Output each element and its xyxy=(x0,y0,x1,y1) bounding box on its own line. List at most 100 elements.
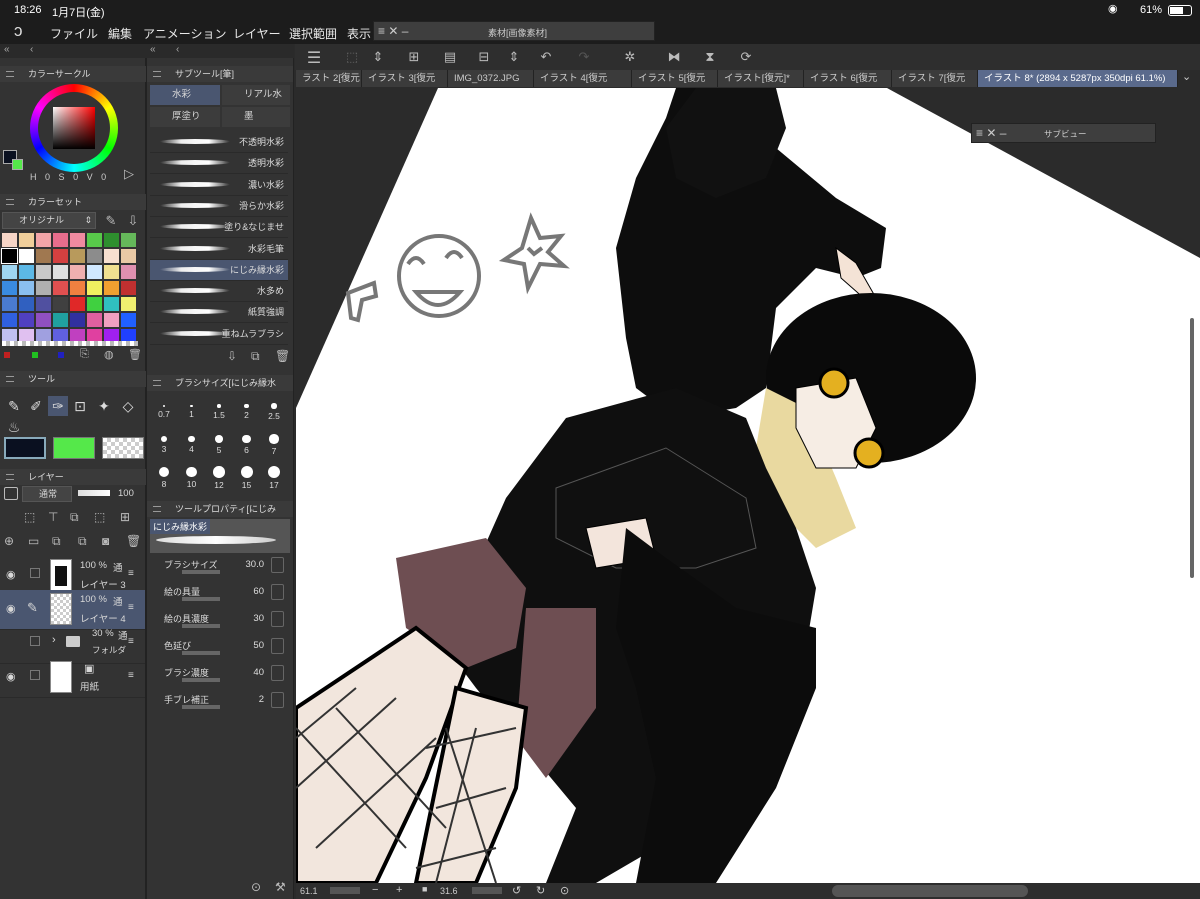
tool-property-value[interactable]: 40 xyxy=(253,667,264,678)
undo-icon[interactable]: ↶ xyxy=(537,49,555,65)
tool-title-bar[interactable]: ツール xyxy=(0,371,146,387)
canvas-area[interactable]: ≡ ✕ – サブビュー xyxy=(296,88,1200,883)
airbrush-tool-icon[interactable]: ⊡ xyxy=(70,396,90,416)
brush-size-option[interactable]: 8 xyxy=(150,460,178,490)
brush-size-option[interactable]: 2.5 xyxy=(260,394,288,424)
layer-menu-icon[interactable]: ≡ xyxy=(128,670,134,681)
rotation-slider[interactable] xyxy=(472,887,502,894)
sub-color-chip[interactable] xyxy=(53,437,95,459)
rotate-left-icon[interactable]: ↺ xyxy=(512,884,521,897)
color-swatch[interactable] xyxy=(70,265,85,279)
clip-layer-icon[interactable]: ⊤ xyxy=(48,510,58,524)
tab-document[interactable]: イラスト 5[復元 xyxy=(632,70,718,87)
brush-size-option[interactable]: 2 xyxy=(233,394,261,424)
close-icon[interactable]: ≡ ✕ – xyxy=(976,126,1006,140)
color-swatch[interactable] xyxy=(36,313,51,327)
download-icon[interactable]: ⇩ xyxy=(227,349,237,363)
color-swatch[interactable] xyxy=(121,297,136,311)
loading-icon[interactable]: ✲ xyxy=(621,49,639,65)
color-set-dropdown[interactable]: オリジナル ⇕ xyxy=(2,212,96,229)
brush-size-option[interactable]: 3 xyxy=(150,427,178,457)
tool-property-slider[interactable] xyxy=(182,624,220,628)
menu-edit[interactable]: 編集 xyxy=(108,25,132,42)
tool-property-toggle[interactable] xyxy=(271,557,284,573)
eraser-tool-icon[interactable]: ◇ xyxy=(118,396,138,416)
tool-property-slider[interactable] xyxy=(182,570,220,574)
layer-mode-icon[interactable] xyxy=(4,487,18,500)
reset-rotation-icon[interactable]: ⊙ xyxy=(560,884,569,897)
tool-property-row[interactable]: 手ブレ補正 2 xyxy=(158,692,286,714)
layer-checkbox[interactable] xyxy=(30,636,40,646)
color-swatch[interactable] xyxy=(87,281,102,295)
layer-mask-icon[interactable]: ◙ xyxy=(102,534,109,548)
color-swatch[interactable] xyxy=(53,281,68,295)
color-swatch[interactable] xyxy=(104,249,119,263)
brush-size-option[interactable]: 17 xyxy=(260,460,288,490)
layer-menu-icon[interactable]: ≡ xyxy=(128,602,134,613)
brush-item[interactable]: 塗り&なじませ xyxy=(150,217,288,239)
color-swatch[interactable] xyxy=(36,281,51,295)
layer-menu-icon[interactable]: ≡ xyxy=(128,636,134,647)
brush-item[interactable]: 重ねムラブラシ xyxy=(150,324,288,345)
panel-collapse-bar[interactable]: «‹ xyxy=(0,44,146,58)
color-swatch[interactable] xyxy=(36,249,51,263)
color-swatch[interactable] xyxy=(87,265,102,279)
lock-layer-icon[interactable]: ⬚ xyxy=(24,510,35,524)
tool-property-toggle[interactable] xyxy=(271,665,284,681)
red-dot-icon[interactable] xyxy=(4,352,10,358)
decoration-tool-icon[interactable]: ✦ xyxy=(94,396,114,416)
tab-document[interactable]: イラスト[復元]* xyxy=(718,70,804,87)
transparent-color-chip[interactable] xyxy=(102,437,144,459)
brush-size-option[interactable]: 5 xyxy=(205,427,233,457)
tool-property-value[interactable]: 50 xyxy=(253,640,264,651)
mask-layer-icon[interactable]: ⊞ xyxy=(120,510,130,524)
layer-checkbox[interactable] xyxy=(30,670,40,680)
zoom-out-icon[interactable]: − xyxy=(372,884,378,896)
color-swatch[interactable] xyxy=(53,249,68,263)
color-swatch[interactable] xyxy=(2,233,17,247)
color-swatch[interactable] xyxy=(19,313,34,327)
angle-value[interactable]: 31.6 xyxy=(440,886,458,896)
brush-item[interactable]: 水彩毛筆 xyxy=(150,239,288,260)
color-swatch[interactable] xyxy=(87,313,102,327)
brush-item[interactable]: にじみ縁水彩 xyxy=(150,259,288,281)
subtool-group-thick-paint[interactable]: 厚塗り xyxy=(150,107,220,127)
blue-dot-icon[interactable] xyxy=(58,352,64,358)
rotate-right-icon[interactable]: ↻ xyxy=(536,884,545,897)
tab-document[interactable]: ラスト 2[復元 xyxy=(296,70,362,87)
brush-size-option[interactable]: 7 xyxy=(260,427,288,457)
chevron-right-icon[interactable]: › xyxy=(52,634,56,646)
layer-title-bar[interactable]: レイヤー xyxy=(0,469,146,485)
color-swatch[interactable] xyxy=(19,249,34,263)
new-folder-icon[interactable]: ▭ xyxy=(28,534,39,548)
color-swatch[interactable] xyxy=(36,265,51,279)
brush-item[interactable]: 濃い水彩 xyxy=(150,175,288,196)
visibility-eye-icon[interactable]: ◉ xyxy=(6,568,16,581)
color-set-grid[interactable] xyxy=(1,233,142,345)
menu-icon[interactable]: ☰ xyxy=(305,48,323,68)
transparent-lock-icon[interactable]: ⬚ xyxy=(94,510,105,524)
reference-layer-icon[interactable]: ⧉ xyxy=(70,510,79,525)
save-icon[interactable]: ⊟ xyxy=(475,49,493,65)
color-swatch[interactable] xyxy=(36,297,51,311)
zoom-in-icon[interactable]: + xyxy=(396,884,402,896)
tool-property-value[interactable]: 30.0 xyxy=(246,559,265,570)
pen-tool-icon[interactable]: ✎ xyxy=(4,396,24,416)
wrench-icon[interactable]: ✎ xyxy=(102,213,120,229)
color-swatch[interactable] xyxy=(19,265,34,279)
brush-size-option[interactable]: 12 xyxy=(205,460,233,490)
brush-size-option[interactable]: 1.5 xyxy=(205,394,233,424)
color-swatch[interactable] xyxy=(121,249,136,263)
tab-document[interactable]: イラスト 6[復元 xyxy=(804,70,892,87)
tool-property-slider[interactable] xyxy=(182,597,220,601)
updown-icon[interactable]: ⇕ xyxy=(369,49,387,65)
brush-item[interactable]: 不透明水彩 xyxy=(150,132,288,153)
delete-layer-icon[interactable]: 🗑 xyxy=(126,534,141,548)
color-swatch[interactable] xyxy=(1,248,18,264)
color-swatch[interactable] xyxy=(121,265,136,279)
color-swatch[interactable] xyxy=(19,281,34,295)
color-swatch[interactable] xyxy=(53,297,68,311)
subtool-group-real-watercolor[interactable]: リアル水彩 xyxy=(222,85,290,120)
color-circle-title-bar[interactable]: カラーサークル xyxy=(0,66,146,82)
flip-horizontal-icon[interactable]: ⧓ xyxy=(665,49,683,65)
